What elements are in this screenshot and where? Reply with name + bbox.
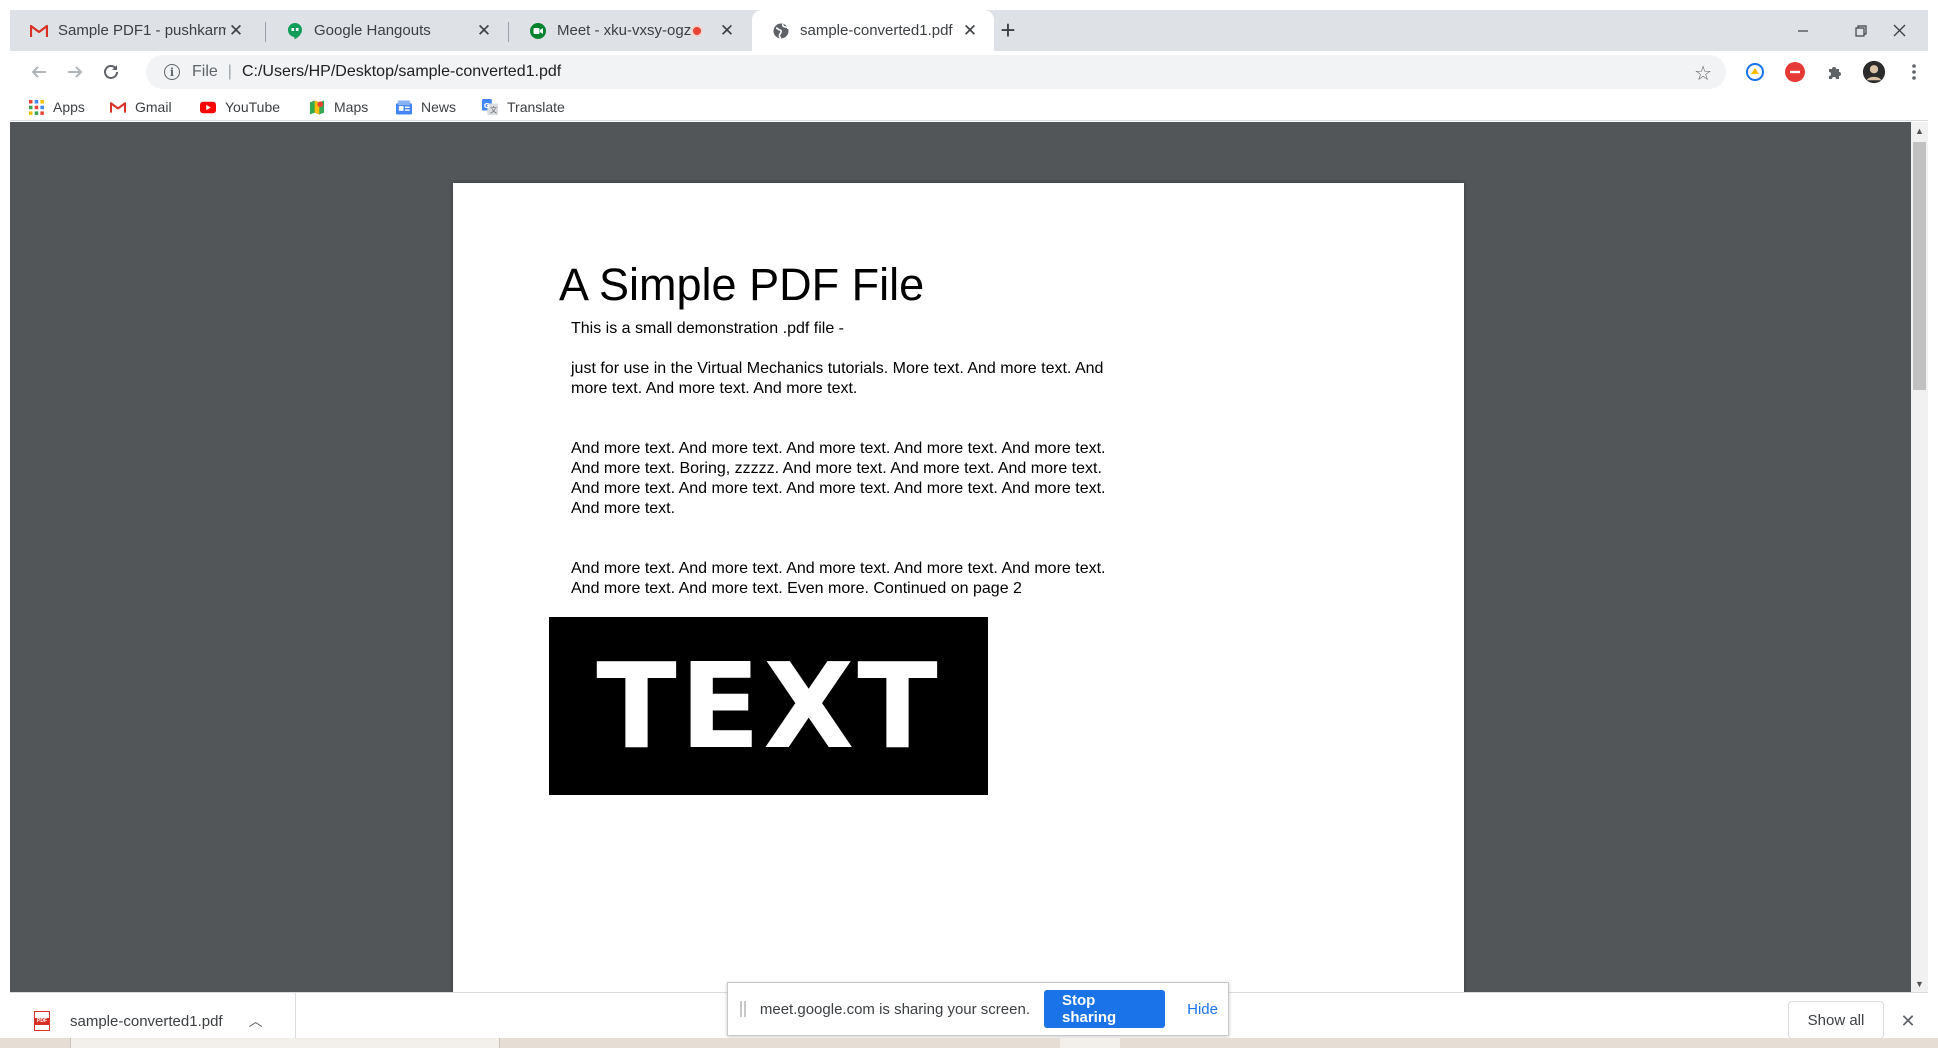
address-bar[interactable]: i File | C:/Users/HP/Desktop/sample-conv…	[146, 55, 1726, 89]
bookmark-label: Translate	[507, 99, 565, 115]
close-tab-icon[interactable]: ✕	[717, 21, 737, 41]
vertical-scrollbar[interactable]: ▲ ▼	[1911, 122, 1928, 992]
tab-title: Meet - xku-vxsy-ogz	[557, 22, 691, 39]
youtube-icon	[200, 99, 216, 115]
close-tab-icon[interactable]: ✕	[474, 21, 494, 41]
url-divider: |	[227, 63, 232, 80]
info-icon[interactable]: i	[164, 64, 180, 80]
arrow-left-icon	[31, 66, 46, 78]
news-icon	[396, 99, 412, 115]
new-tab-button[interactable]: +	[995, 17, 1021, 44]
bookmark-label: YouTube	[225, 99, 281, 115]
close-shelf-icon[interactable]: ✕	[1896, 1009, 1920, 1033]
url-scheme-label: File	[192, 63, 218, 80]
pdf-paragraph: This is a small demonstration .pdf file …	[571, 320, 844, 337]
globe-icon	[772, 22, 790, 40]
browser-toolbar: i File | C:/Users/HP/Desktop/sample-conv…	[10, 51, 1928, 93]
reload-icon	[104, 65, 118, 79]
scroll-up-icon[interactable]: ▲	[1911, 122, 1928, 139]
maps-icon	[309, 99, 325, 115]
pdf-file-icon	[34, 1011, 50, 1031]
url-text[interactable]: C:/Users/HP/Desktop/sample-converted1.pd…	[242, 63, 561, 81]
stop-sharing-button[interactable]: Stop sharing	[1044, 990, 1166, 1028]
scroll-down-icon[interactable]: ▼	[1911, 975, 1928, 992]
tab-title: Sample PDF1 - pushkarmorey555	[58, 22, 226, 39]
bookmark-translate[interactable]: G文 Translate	[482, 95, 565, 119]
tab-gmail-sample-pdf[interactable]: Sample PDF1 - pushkarmorey555 ✕	[10, 10, 260, 51]
taskbar-segment	[1060, 1038, 1120, 1048]
svg-text:G: G	[484, 101, 490, 110]
extensions-puzzle-icon[interactable]	[1823, 60, 1847, 84]
tab-title: sample-converted1.pdf	[800, 22, 953, 39]
scrollbar-thumb[interactable]	[1913, 142, 1926, 390]
show-all-button[interactable]: Show all	[1788, 1001, 1884, 1039]
bookmark-label: News	[421, 99, 457, 115]
bookmark-label: Gmail	[135, 99, 172, 115]
extension-icon-2[interactable]	[1783, 60, 1807, 84]
download-filename: sample-converted1.pdf	[70, 1012, 223, 1030]
taskbar-segment	[70, 1038, 500, 1048]
forward-button[interactable]	[62, 59, 88, 85]
pdf-page: A Simple PDF File This is a small demons…	[453, 183, 1464, 992]
bookmark-label: Maps	[334, 99, 369, 115]
pdf-paragraph: And more text. And more text. And more t…	[571, 560, 1106, 597]
bookmark-apps[interactable]: Apps	[28, 95, 85, 119]
minimize-window-button[interactable]	[1774, 10, 1832, 51]
close-tab-icon[interactable]: ✕	[960, 21, 980, 41]
meet-icon	[529, 22, 547, 40]
tab-google-hangouts[interactable]: Google Hangouts ✕	[266, 10, 508, 51]
back-button[interactable]	[26, 59, 52, 85]
share-message: meet.google.com is sharing your screen.	[759, 1000, 1030, 1018]
hangouts-icon	[286, 22, 304, 40]
chrome-menu-icon[interactable]	[1902, 60, 1926, 84]
translate-icon: G文	[482, 99, 498, 115]
pdf-image-text: TEXT	[596, 637, 941, 775]
browser-window: Sample PDF1 - pushkarmorey555 ✕ Google H…	[10, 10, 1928, 1048]
taskbar-strip	[0, 1038, 1938, 1048]
bookmark-news[interactable]: News	[396, 95, 456, 119]
tab-google-meet[interactable]: Meet - xku-vxsy-ogz ✕	[509, 10, 751, 51]
bookmark-star-icon[interactable]: ☆	[1694, 61, 1712, 86]
apps-grid-icon	[28, 99, 44, 115]
bookmark-maps[interactable]: Maps	[309, 95, 368, 119]
pdf-viewer[interactable]: A Simple PDF File This is a small demons…	[10, 122, 1928, 992]
profile-avatar[interactable]	[1862, 60, 1886, 84]
close-window-button[interactable]	[1870, 10, 1928, 51]
tab-sample-converted-pdf[interactable]: sample-converted1.pdf ✕	[752, 10, 994, 51]
gmail-icon	[110, 99, 126, 115]
reload-button[interactable]	[98, 59, 124, 85]
tab-title: Google Hangouts	[314, 22, 431, 39]
svg-text:文: 文	[490, 105, 497, 114]
bookmarks-bar: Apps Gmail YouTube Maps News G 文 Transla…	[10, 93, 1928, 121]
close-tab-icon[interactable]: ✕	[226, 21, 246, 41]
pdf-paragraph: And more text. And more text. And more t…	[571, 440, 1106, 517]
bookmark-gmail[interactable]: Gmail	[110, 95, 172, 119]
recording-indicator-icon	[691, 24, 703, 37]
pdf-paragraph: just for use in the Virtual Mechanics tu…	[571, 360, 1104, 397]
drag-handle-icon[interactable]	[740, 1001, 746, 1017]
pdf-text-image: TEXT	[549, 617, 988, 795]
screen-share-notification: meet.google.com is sharing your screen. …	[727, 982, 1229, 1036]
arrow-right-icon	[68, 66, 83, 78]
bookmark-youtube[interactable]: YouTube	[200, 95, 280, 119]
extension-icon-1[interactable]	[1743, 60, 1767, 84]
chevron-up-icon[interactable]: ︿	[249, 1011, 263, 1031]
bookmark-label: Apps	[53, 99, 85, 115]
gmail-icon	[30, 22, 48, 40]
hide-button[interactable]: Hide	[1177, 1001, 1228, 1018]
pdf-heading: A Simple PDF File	[559, 259, 925, 310]
tab-strip: Sample PDF1 - pushkarmorey555 ✕ Google H…	[10, 10, 1928, 51]
